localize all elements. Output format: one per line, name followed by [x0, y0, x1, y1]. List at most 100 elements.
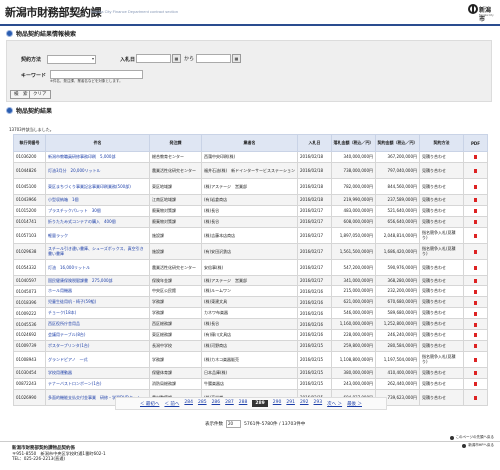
column-header: 落札金額（税込／円）: [331, 134, 376, 152]
page-top-label: このページの先頭へ戻る: [455, 435, 494, 439]
pdf-cell: [463, 285, 488, 298]
pdf-icon[interactable]: [473, 209, 478, 214]
page-header: 新潟市財務部契約課 Niigata City Finance Departmen…: [0, 0, 500, 26]
table-cell: (株)長谷: [201, 215, 298, 228]
pdf-icon[interactable]: [473, 371, 478, 376]
item-title-link[interactable]: 小型収納箱 1個: [45, 193, 150, 206]
pdf-icon[interactable]: [473, 198, 478, 203]
footer-divider: [0, 441, 500, 442]
page-link[interactable]: 284: [184, 400, 193, 407]
pdf-icon[interactable]: [473, 382, 478, 387]
item-title-link[interactable]: プラスチックパレット 30個: [45, 204, 150, 217]
table-row: 00872243 テナーバストロンボーン(1台) 消防局総務課 牛腸楽器店 2016/0…: [13, 377, 488, 390]
pdf-icon[interactable]: [473, 168, 478, 173]
item-title-link[interactable]: 灯油 16,000リットル: [45, 258, 150, 276]
per-page-select[interactable]: 20: [226, 420, 241, 428]
page-link[interactable]: 287: [225, 400, 234, 407]
table-cell: 01043966: [13, 193, 46, 206]
pdf-cell: [463, 350, 488, 368]
table-cell: 指名競争入札(見積り): [419, 242, 464, 260]
table-cell: 521,640,000円: [375, 204, 420, 217]
method-select[interactable]: [47, 55, 96, 64]
page-numbers: 284 285 286 287 288 289 290 291 292 293: [184, 400, 322, 407]
table-cell: 保険年金課: [149, 274, 202, 287]
table-cell: 1,686,420,000円: [375, 242, 420, 260]
pdf-icon[interactable]: [473, 357, 478, 362]
item-title-link[interactable]: スチール引き違い書庫、シューズボックス、真空引き書い書庫: [45, 242, 150, 260]
pdf-icon[interactable]: [473, 249, 478, 254]
prev-page-link[interactable]: ＜ 前へ: [164, 401, 179, 407]
date-to-input[interactable]: [196, 54, 231, 63]
pdf-icon[interactable]: [473, 289, 478, 294]
pdf-icon[interactable]: [473, 184, 478, 189]
date-from-input[interactable]: [136, 54, 171, 63]
table-row: 01043966 小型収納箱 1個 江南区地域課 (有)岩倉商店 2016/02/18 2…: [13, 193, 488, 206]
column-header: 発注課: [149, 134, 202, 152]
page-link[interactable]: 285: [198, 400, 207, 407]
pdf-icon[interactable]: [473, 279, 478, 283]
per-page-control: 表示件数 20 5761件-5780件 / 13703件中: [205, 420, 305, 428]
calendar-from-icon[interactable]: ▦: [172, 54, 181, 63]
pdf-icon[interactable]: [473, 322, 478, 327]
table-cell: 237,589,000円: [375, 193, 420, 206]
table-cell: 見積り合わせ: [419, 329, 464, 341]
next-page-link[interactable]: 次へ ＞: [327, 401, 342, 407]
item-title-link[interactable]: 折りたたみ式コンテナの購入 400個: [45, 215, 150, 228]
table-cell: 621,000,000円: [331, 296, 376, 309]
pdf-icon[interactable]: [473, 265, 478, 270]
table-cell: 東区地域課: [149, 177, 202, 195]
keyword-input[interactable]: [50, 70, 143, 79]
last-page-link[interactable]: 最後 ＞: [347, 401, 362, 407]
page-link[interactable]: 290: [273, 400, 282, 407]
item-title-link[interactable]: ホール用機器: [45, 285, 150, 298]
page-link[interactable]: 293: [314, 400, 323, 407]
item-title-link[interactable]: 新潟市教職員研修事務印刷 5,000部: [45, 151, 150, 163]
pdf-icon[interactable]: [473, 344, 478, 349]
table-cell: 2016/02/16: [297, 329, 332, 341]
pdf-icon[interactable]: [473, 311, 478, 316]
item-title-link[interactable]: 学校用運動器: [45, 366, 150, 379]
page-link[interactable]: 291: [286, 400, 295, 407]
pdf-icon[interactable]: [473, 333, 478, 338]
item-title-link[interactable]: グランドピアノ 一式: [45, 350, 150, 368]
page-link[interactable]: 288: [239, 400, 248, 407]
table-cell: 見積り合わせ: [419, 318, 464, 331]
pdf-icon[interactable]: [473, 220, 478, 225]
page-link[interactable]: 286: [212, 400, 221, 407]
item-title-link[interactable]: チョーク(18本): [45, 307, 150, 320]
table-row: 01018396 児童生徒用机・椅子(59組) 学務課 (株)東建文具 2016/02/…: [13, 296, 488, 309]
table-cell: 340,000,000円: [331, 151, 376, 163]
table-cell: 608,000,000円: [331, 215, 376, 228]
pdf-icon[interactable]: [473, 155, 478, 160]
pdf-icon[interactable]: [473, 300, 478, 305]
item-title-link[interactable]: 国民健康保険税賦課書 275,000部: [45, 274, 150, 287]
pdf-icon[interactable]: [473, 233, 478, 238]
clear-button[interactable]: クリア: [29, 90, 51, 99]
item-title-link[interactable]: 軽量ラック: [45, 226, 150, 244]
item-title-link[interactable]: 東区まちづくり事業記念事業印刷業務(500部): [45, 177, 150, 195]
item-title-link[interactable]: ポスタープリンタ(1台): [45, 339, 150, 352]
pdf-cell: [463, 339, 488, 352]
item-title-link[interactable]: 児童生徒用机・椅子(59組): [45, 296, 150, 309]
results-table: 執行伺番号 件名 発注課 業者名 入札日 落札金額（税込／円） 契約金額（税込／円） 契約方法…: [13, 134, 488, 406]
pdf-icon[interactable]: [473, 395, 478, 400]
home-link[interactable]: 新潟市HPへ戻る: [450, 443, 494, 448]
item-title-link[interactable]: 灯油3月分 20,000リットル: [45, 161, 150, 179]
table-row: 01044826 灯油3月分 20,000リットル 農業活性化研究センター 福井石油(…: [13, 161, 488, 179]
table-cell: 1,561,500,000円: [331, 242, 376, 260]
logo-en: Niigata City: [479, 14, 494, 17]
calendar-to-icon[interactable]: ▦: [232, 54, 241, 63]
item-title-link[interactable]: 西区役所庁舎用品: [45, 318, 150, 331]
table-cell: 2016/02/16: [297, 296, 332, 309]
table-cell: 01009739: [13, 339, 46, 352]
table-cell: 2016/02/16: [297, 318, 332, 331]
table-cell: 01045536: [13, 318, 46, 331]
page-top-link[interactable]: このページの先頭へ戻る: [449, 435, 494, 440]
table-cell: 01054332: [13, 258, 46, 276]
item-title-link[interactable]: テナーバストロンボーン(1台): [45, 377, 150, 390]
table-cell: 228,000,000円: [331, 329, 376, 341]
city-logo[interactable]: 新潟市 Niigata City: [466, 3, 494, 23]
item-title-link[interactable]: 会議用テーブル(8台): [45, 329, 150, 341]
page-link[interactable]: 292: [300, 400, 309, 407]
first-page-link[interactable]: ＜ 最初へ: [140, 401, 159, 407]
